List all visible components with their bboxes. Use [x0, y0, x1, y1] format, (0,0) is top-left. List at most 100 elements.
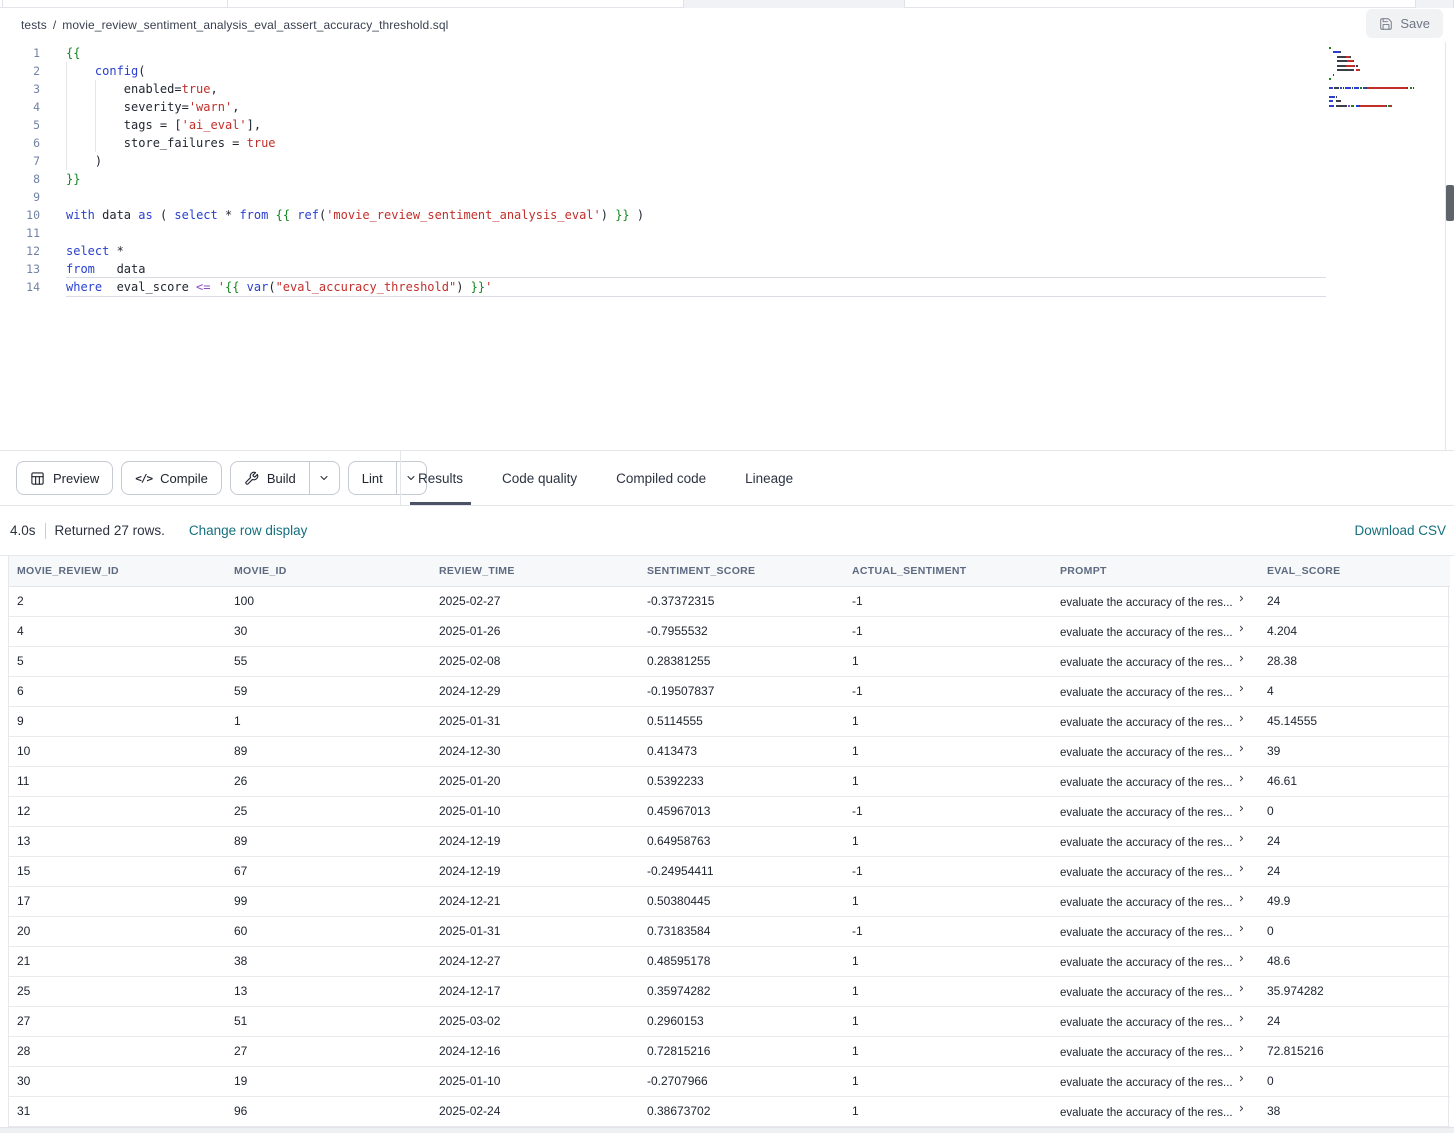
prompt-cell-text: evaluate the accuracy of the res...: [1060, 1047, 1233, 1059]
editor-line[interactable]: 7 ): [0, 152, 1454, 170]
table-cell: 17: [9, 886, 226, 916]
build-button[interactable]: Build: [231, 462, 309, 494]
editor-line[interactable]: 1{{: [0, 44, 1454, 62]
table-cell: 0.73183584: [639, 916, 844, 946]
table-cell: 2025-03-02: [431, 1006, 639, 1036]
build-dropdown-button[interactable]: [309, 462, 339, 494]
table-cell: 46.61: [1259, 766, 1450, 796]
column-header: MOVIE_ID: [226, 556, 431, 586]
table-cell: 27: [9, 1006, 226, 1036]
table-cell: 13: [226, 976, 431, 1006]
build-button-group: Build: [230, 461, 340, 495]
expand-prompt-icon[interactable]: [1237, 744, 1246, 753]
table-cell: 13: [9, 826, 226, 856]
expand-prompt-icon[interactable]: [1237, 1074, 1246, 1083]
line-code: select *: [66, 242, 124, 260]
editor-toolbar: Preview </> Compile Build Lint Results: [0, 450, 1454, 506]
expand-prompt-icon[interactable]: [1237, 894, 1246, 903]
expand-prompt-icon[interactable]: [1237, 624, 1246, 633]
results-table: MOVIE_REVIEW_IDMOVIE_IDREVIEW_TIMESENTIM…: [8, 556, 1449, 1127]
editor-line[interactable]: 8}}: [0, 170, 1454, 188]
build-button-label: Build: [267, 471, 296, 486]
table-cell: 4.204: [1259, 616, 1450, 646]
line-number: 9: [0, 188, 40, 206]
editor-line[interactable]: 14where eval_score <= '{{ var("eval_accu…: [0, 278, 1454, 296]
table-cell: 9: [9, 706, 226, 736]
line-code: }}: [66, 170, 80, 188]
line-number: 6: [0, 134, 40, 152]
table-cell: evaluate the accuracy of the res...: [1052, 766, 1259, 796]
tab-divider: [227, 0, 228, 7]
table-cell: 1: [226, 706, 431, 736]
query-status-bar: 4.0s Returned 27 rows. Change row displa…: [0, 506, 1454, 556]
tab-compiled-code[interactable]: Compiled code: [608, 451, 714, 505]
preview-button[interactable]: Preview: [16, 461, 113, 495]
table-cell: 2024-12-21: [431, 886, 639, 916]
table-cell: evaluate the accuracy of the res...: [1052, 1066, 1259, 1096]
scrollbar-thumb[interactable]: [1446, 185, 1454, 221]
table-cell: 89: [226, 736, 431, 766]
editor-line[interactable]: 11: [0, 224, 1454, 242]
expand-prompt-icon[interactable]: [1237, 1044, 1246, 1053]
expand-prompt-icon[interactable]: [1237, 834, 1246, 843]
line-code: config(: [66, 62, 146, 80]
table-cell: 2024-12-16: [431, 1036, 639, 1066]
expand-prompt-icon[interactable]: [1237, 594, 1246, 603]
line-number: 13: [0, 260, 40, 278]
table-cell: 2025-01-31: [431, 706, 639, 736]
table-row: 15672024-12-19-0.24954411-1evaluate the …: [9, 856, 1450, 886]
editor-line[interactable]: 9: [0, 188, 1454, 206]
line-number: 2: [0, 62, 40, 80]
table-cell: 24: [1259, 856, 1450, 886]
table-cell: 60: [226, 916, 431, 946]
editor-line[interactable]: 13from data: [0, 260, 1454, 278]
table-cell: 5: [9, 646, 226, 676]
table-row: 30192025-01-10-0.27079661evaluate the ac…: [9, 1066, 1450, 1096]
editor-line[interactable]: 12select *: [0, 242, 1454, 260]
table-cell: evaluate the accuracy of the res...: [1052, 676, 1259, 706]
minimap[interactable]: [1329, 47, 1425, 157]
expand-prompt-icon[interactable]: [1237, 684, 1246, 693]
column-header: PROMPT: [1052, 556, 1259, 586]
tab-lineage[interactable]: Lineage: [737, 451, 801, 505]
save-button[interactable]: Save: [1366, 9, 1443, 38]
change-row-display-link[interactable]: Change row display: [189, 523, 308, 538]
compile-button[interactable]: </> Compile: [121, 461, 222, 495]
expand-prompt-icon[interactable]: [1237, 1104, 1246, 1113]
editor-line[interactable]: 6 store_failures = true: [0, 134, 1454, 152]
expand-prompt-icon[interactable]: [1237, 774, 1246, 783]
expand-prompt-icon[interactable]: [1237, 1014, 1246, 1023]
expand-prompt-icon[interactable]: [1237, 654, 1246, 663]
editor-line[interactable]: 4 severity='warn',: [0, 98, 1454, 116]
line-number: 3: [0, 80, 40, 98]
table-cell: 26: [226, 766, 431, 796]
code-editor[interactable]: 1{{2 config(3 enabled=true,4 severity='w…: [0, 42, 1454, 450]
lint-button[interactable]: Lint: [349, 462, 396, 494]
expand-prompt-icon[interactable]: [1237, 804, 1246, 813]
table-cell: 2024-12-17: [431, 976, 639, 1006]
expand-prompt-icon[interactable]: [1237, 924, 1246, 933]
download-csv-link[interactable]: Download CSV: [1354, 523, 1446, 538]
expand-prompt-icon[interactable]: [1237, 714, 1246, 723]
table-row: 21002025-02-27-0.37372315-1evaluate the …: [9, 586, 1450, 616]
tab-results[interactable]: Results: [410, 451, 471, 505]
editor-line[interactable]: 5 tags = ['ai_eval'],: [0, 116, 1454, 134]
table-cell: 51: [226, 1006, 431, 1036]
table-cell: -0.37372315: [639, 586, 844, 616]
tab-code-quality[interactable]: Code quality: [494, 451, 585, 505]
prompt-cell-text: evaluate the accuracy of the res...: [1060, 1107, 1233, 1119]
expand-prompt-icon[interactable]: [1237, 954, 1246, 963]
expand-prompt-icon[interactable]: [1237, 984, 1246, 993]
toolbar-divider: [400, 451, 401, 505]
tab-segment: [683, 0, 905, 8]
table-cell: 2024-12-19: [431, 826, 639, 856]
table-cell: -1: [844, 586, 1052, 616]
table-cell: 4: [1259, 676, 1450, 706]
table-cell: 1: [844, 946, 1052, 976]
editor-line[interactable]: 3 enabled=true,: [0, 80, 1454, 98]
table-cell: -0.2707966: [639, 1066, 844, 1096]
editor-line[interactable]: 10with data as ( select * from {{ ref('m…: [0, 206, 1454, 224]
prompt-cell-text: evaluate the accuracy of the res...: [1060, 747, 1233, 759]
editor-line[interactable]: 2 config(: [0, 62, 1454, 80]
expand-prompt-icon[interactable]: [1237, 864, 1246, 873]
